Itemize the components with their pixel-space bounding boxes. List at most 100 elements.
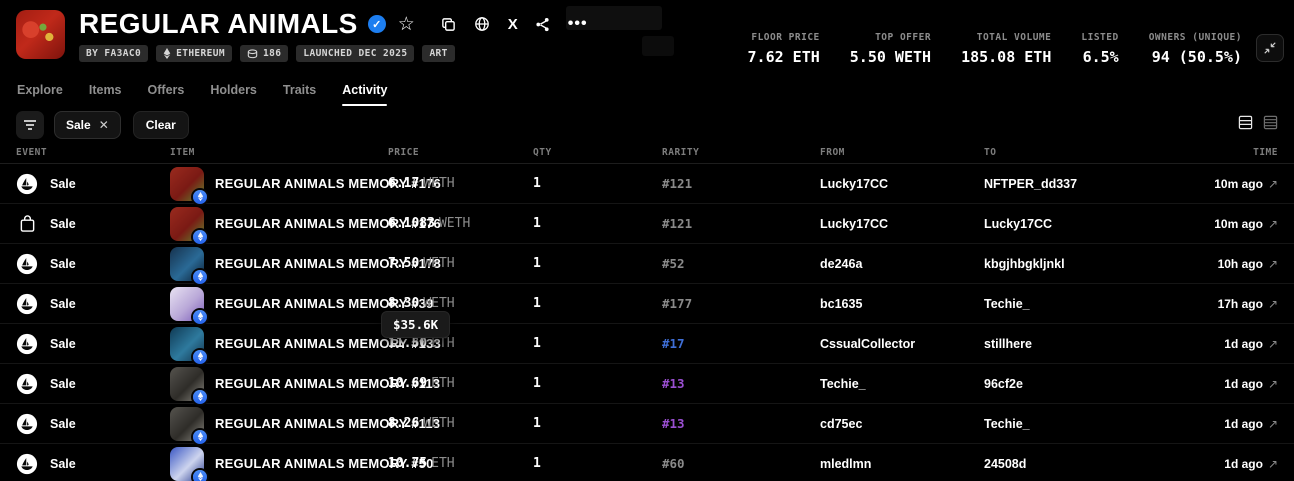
external-link-arrow-icon[interactable]: ↗ [1268,377,1278,391]
to-value[interactable]: Techie_ [984,417,1189,431]
time-cell[interactable]: 10m ago↗ [1189,217,1278,231]
item-thumbnail[interactable] [170,327,204,361]
external-link-arrow-icon[interactable]: ↗ [1268,257,1278,271]
filter-button[interactable] [16,111,44,139]
activity-row[interactable]: Sale REGULAR ANIMALS MEMORY #176 6.1083W… [0,204,1294,244]
to-value[interactable]: NFTPER_dd337 [984,177,1189,191]
item-thumbnail[interactable] [170,447,204,481]
price-currency: WETH [423,416,454,431]
collection-avatar[interactable] [16,10,65,59]
time-value: 1d ago [1224,457,1263,471]
to-value[interactable]: 24508d [984,457,1189,471]
to-value[interactable]: Techie_ [984,297,1189,311]
price-value: 6.17 [388,176,419,191]
stat-label: LISTED [1081,32,1118,43]
from-value[interactable]: CssualCollector [820,337,984,351]
activity-row[interactable]: Sale REGULAR ANIMALS MEMORY #178 7.50WET… [0,244,1294,284]
time-cell[interactable]: 1d ago↗ [1189,377,1278,391]
activity-row[interactable]: Sale REGULAR ANIMALS MEMORY #113 8.26WET… [0,404,1294,444]
item-thumbnail[interactable] [170,287,204,321]
collection-header: REGULAR ANIMALS ✓ ☆ X [0,0,1294,80]
event-label: Sale [50,417,76,431]
item-thumbnail[interactable] [170,167,204,201]
rarity-value[interactable]: #121 [662,176,820,191]
time-cell[interactable]: 1d ago ↗ [1189,457,1278,471]
from-value[interactable]: de246a [820,257,984,271]
rarity-value[interactable]: #60 [662,456,820,471]
to-value[interactable]: 96cf2e [984,377,1189,391]
copy-icon[interactable] [441,17,456,32]
rarity-value[interactable]: #121 [662,216,820,231]
external-link-arrow-icon[interactable]: ↗ [1268,337,1278,351]
external-link-arrow-icon[interactable]: ↗ [1268,417,1278,431]
item-thumbnail[interactable] [170,207,204,241]
clear-filters-button[interactable]: Clear [133,111,189,139]
rarity-value[interactable]: #13 [662,416,820,431]
favorite-star-icon[interactable]: ☆ [398,15,415,34]
share-icon[interactable] [535,17,550,32]
filter-chip-label: Sale [66,118,91,132]
more-options-icon[interactable]: ••• [568,21,588,27]
rarity-value[interactable]: #13 [662,376,820,391]
activity-row[interactable]: Sale REGULAR ANIMALS MEMORY #39 8.30WETH… [0,284,1294,324]
time-cell[interactable]: 10m ago↗ [1189,177,1278,191]
from-value[interactable]: Lucky17CC [820,217,984,231]
compact-view-toggle-icon[interactable] [1263,115,1278,135]
from-value[interactable]: mledlmn [820,457,984,471]
column-header-rarity: RARITY [662,147,820,158]
item-thumbnail[interactable] [170,247,204,281]
qty-value: 1 [533,416,662,431]
tab-items[interactable]: Items [76,80,135,106]
rarity-value[interactable]: #52 [662,256,820,271]
from-value[interactable]: Techie_ [820,377,984,391]
price-cell: 10.69ETH [388,376,533,391]
event-label: Sale [50,297,76,311]
time-cell[interactable]: 10h ago↗ [1189,257,1278,271]
bag-icon [16,213,38,235]
time-cell[interactable]: 1d ago↗ [1189,417,1278,431]
to-value[interactable]: Lucky17CC [984,217,1189,231]
activity-row[interactable]: Sale REGULAR ANIMALS MEMORY #50 10.75ETH… [0,444,1294,481]
activity-filter-bar: Sale ✕ Clear [0,108,1294,142]
filter-chip-sale[interactable]: Sale ✕ [54,111,121,139]
price-cell: 8.26WETH [388,416,533,431]
external-link-arrow-icon[interactable]: ↗ [1268,457,1278,471]
from-value[interactable]: Lucky17CC [820,177,984,191]
rarity-value[interactable]: #177 [662,296,820,311]
row-view-toggle-icon[interactable] [1238,115,1253,135]
collapse-stats-button[interactable] [1256,34,1284,62]
item-thumbnail[interactable] [170,367,204,401]
activity-row[interactable]: Sale REGULAR ANIMALS MEMORY #113 10.69ET… [0,364,1294,404]
x-twitter-icon[interactable]: X [508,16,517,33]
qty-value: 1 [533,456,662,471]
time-cell[interactable]: 1d ago↗ [1189,337,1278,351]
price-currency: WETH [423,296,454,311]
from-value[interactable]: cd75ec [820,417,984,431]
to-value[interactable]: stillhere [984,337,1189,351]
activity-row[interactable]: Sale REGULAR ANIMALS MEMORY #133 11.50ET… [0,324,1294,364]
stat-value: 5.50 WETH [850,48,931,66]
to-value[interactable]: kbgjhbgkljnkl [984,257,1189,271]
collection-tabs: ExploreItemsOffersHoldersTraitsActivity [0,80,1294,108]
time-cell[interactable]: 17h ago↗ [1189,297,1278,311]
qty-value: 1 [533,176,662,191]
collection-badge: BY FA3AC0 [79,45,148,62]
tab-activity[interactable]: Activity [329,80,400,106]
remove-filter-icon[interactable]: ✕ [99,118,109,132]
activity-row[interactable]: Sale REGULAR ANIMALS MEMORY #176 6.17WET… [0,164,1294,204]
tab-explore[interactable]: Explore [4,80,76,106]
stat-value: 7.62 ETH [748,48,820,66]
external-link-arrow-icon[interactable]: ↗ [1268,297,1278,311]
qty-value: 1 [533,336,662,351]
external-link-arrow-icon[interactable]: ↗ [1268,177,1278,191]
collection-badge: ART [422,45,454,62]
tab-holders[interactable]: Holders [197,80,270,106]
rarity-value[interactable]: #17 [662,336,820,351]
event-label: Sale [50,337,76,351]
from-value[interactable]: bc1635 [820,297,984,311]
tab-traits[interactable]: Traits [270,80,329,106]
item-thumbnail[interactable] [170,407,204,441]
tab-offers[interactable]: Offers [135,80,198,106]
external-link-arrow-icon[interactable]: ↗ [1268,217,1278,231]
website-globe-icon[interactable] [474,16,490,32]
